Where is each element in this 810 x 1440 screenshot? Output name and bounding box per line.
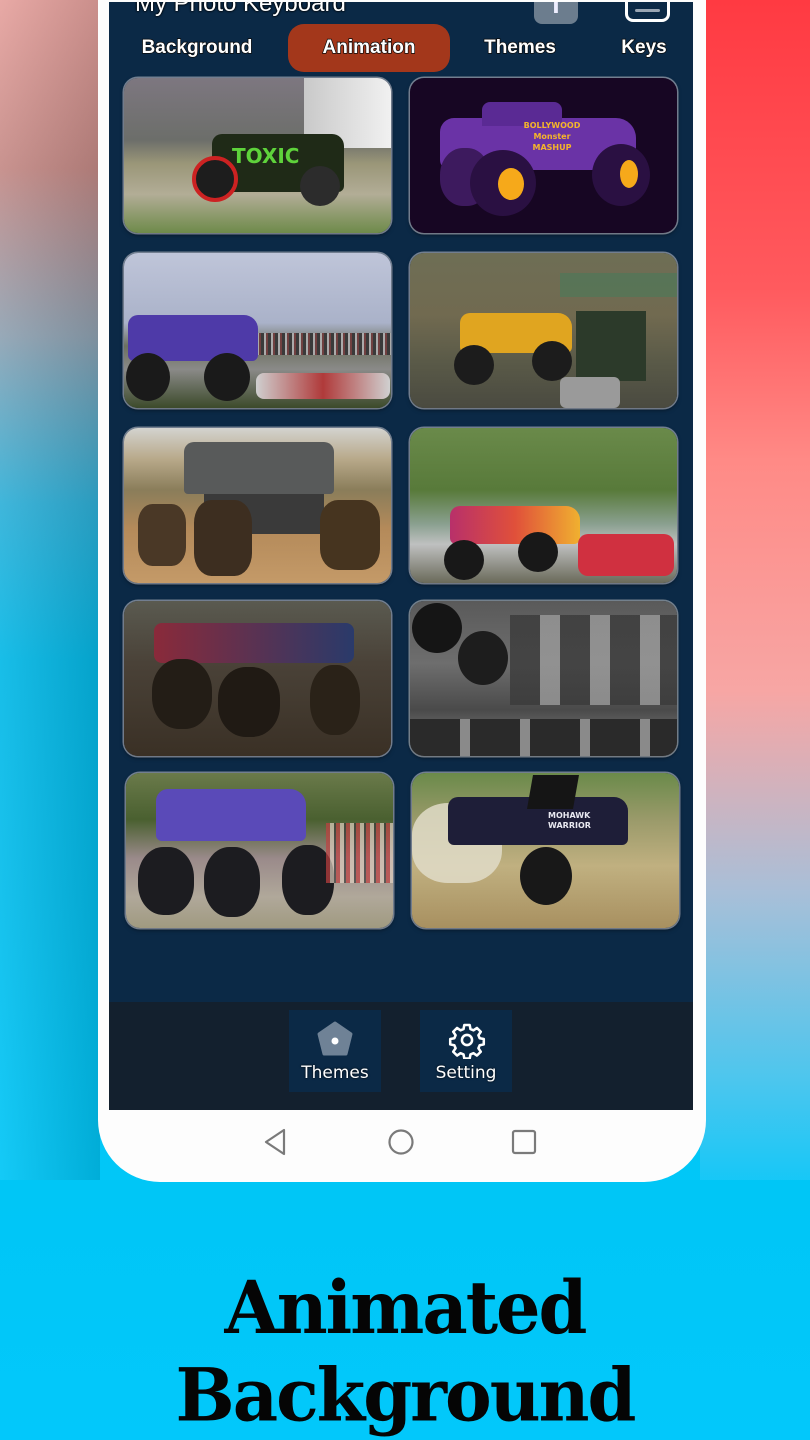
font-size-button[interactable]: T xyxy=(534,2,578,24)
animation-thumbnail[interactable] xyxy=(410,428,677,583)
tab-bar: Background Animation Themes Keys xyxy=(109,24,693,74)
truck-wheel xyxy=(592,144,650,206)
thumb-building xyxy=(510,615,677,705)
truck-text: MOHAWK WARRIOR xyxy=(548,811,591,830)
truck-wheel xyxy=(218,667,280,737)
animation-thumbnail[interactable]: BOLLYWOOD Monster MASHUP xyxy=(410,78,677,233)
back-button[interactable] xyxy=(256,1122,296,1162)
thumb-crowd xyxy=(326,823,393,883)
animation-thumbnail[interactable] xyxy=(124,428,391,583)
font-size-icon: T xyxy=(549,2,563,18)
system-navigation-bar xyxy=(98,1110,706,1182)
thumb-crowd xyxy=(254,333,391,355)
crushed-cars xyxy=(410,719,677,756)
truck-wheel xyxy=(126,353,170,401)
truck-body xyxy=(154,623,354,663)
nav-setting[interactable]: Setting xyxy=(420,1010,512,1092)
nav-themes-label: Themes xyxy=(301,1063,369,1083)
background-left-gradient xyxy=(0,0,100,1200)
truck-text: TOXIC xyxy=(232,144,300,168)
app-title: My Photo Keyboard xyxy=(135,2,346,17)
truck-body xyxy=(450,506,580,544)
crushed-cars xyxy=(256,373,390,399)
keyboard-icon xyxy=(635,9,660,12)
app-screen: My Photo Keyboard T Background Animation… xyxy=(109,2,693,1110)
truck-wheel xyxy=(518,532,558,572)
truck-wheel xyxy=(138,847,194,915)
home-circle-icon xyxy=(388,1129,414,1155)
truck-wheel xyxy=(204,847,260,917)
animation-thumbnail[interactable] xyxy=(410,253,677,408)
truck-wheel xyxy=(320,500,380,570)
back-triangle-icon xyxy=(264,1128,286,1156)
recents-button[interactable] xyxy=(504,1122,544,1162)
thumb-track-edge xyxy=(560,273,677,297)
truck-wheel xyxy=(192,156,238,202)
bottom-navigation: Themes Setting xyxy=(109,1002,693,1110)
home-button[interactable] xyxy=(381,1122,421,1162)
truck-wheel xyxy=(300,166,340,206)
tab-keys[interactable]: Keys xyxy=(609,24,679,72)
truck-wheel xyxy=(532,341,572,381)
nav-themes[interactable]: Themes xyxy=(289,1010,381,1092)
animation-thumbnail[interactable] xyxy=(410,601,677,756)
truck-wheel xyxy=(310,665,360,735)
truck-wheel xyxy=(458,631,508,685)
truck-body xyxy=(156,789,306,841)
truck-wheel xyxy=(204,353,250,401)
truck-wheel xyxy=(412,603,462,653)
animation-thumbnail[interactable]: TOXIC xyxy=(124,78,391,233)
truck-text: BOLLYWOOD Monster MASHUP xyxy=(523,121,581,152)
truck-hood xyxy=(527,775,579,809)
crushed-car xyxy=(578,534,674,576)
animation-thumbnail[interactable] xyxy=(126,773,393,928)
truck-wheel xyxy=(470,150,536,216)
phone-frame: My Photo Keyboard T Background Animation… xyxy=(98,0,706,1182)
truck-wheel xyxy=(444,540,484,580)
truck-wheel xyxy=(454,345,494,385)
animation-thumbnail[interactable] xyxy=(124,253,391,408)
truck-wheel xyxy=(194,500,252,576)
recents-square-icon xyxy=(511,1129,537,1155)
keyboard-button[interactable] xyxy=(625,2,670,22)
tab-animation[interactable]: Animation xyxy=(288,24,450,72)
promo-caption: Animated Background xyxy=(175,1263,637,1439)
truck-wheel xyxy=(138,504,186,566)
tab-background[interactable]: Background xyxy=(129,24,265,72)
nav-setting-label: Setting xyxy=(435,1063,497,1083)
truck-body xyxy=(184,442,334,494)
pentagon-icon xyxy=(317,1021,353,1056)
animation-thumbnail[interactable]: MOHAWK WARRIOR xyxy=(412,773,679,928)
truck-wheel xyxy=(152,659,212,729)
tab-themes[interactable]: Themes xyxy=(471,24,569,72)
animation-thumbnail[interactable] xyxy=(124,601,391,756)
gear-icon xyxy=(448,1023,486,1059)
crushed-car xyxy=(560,377,620,408)
dumpster xyxy=(576,311,646,381)
truck-wheel xyxy=(520,847,572,905)
